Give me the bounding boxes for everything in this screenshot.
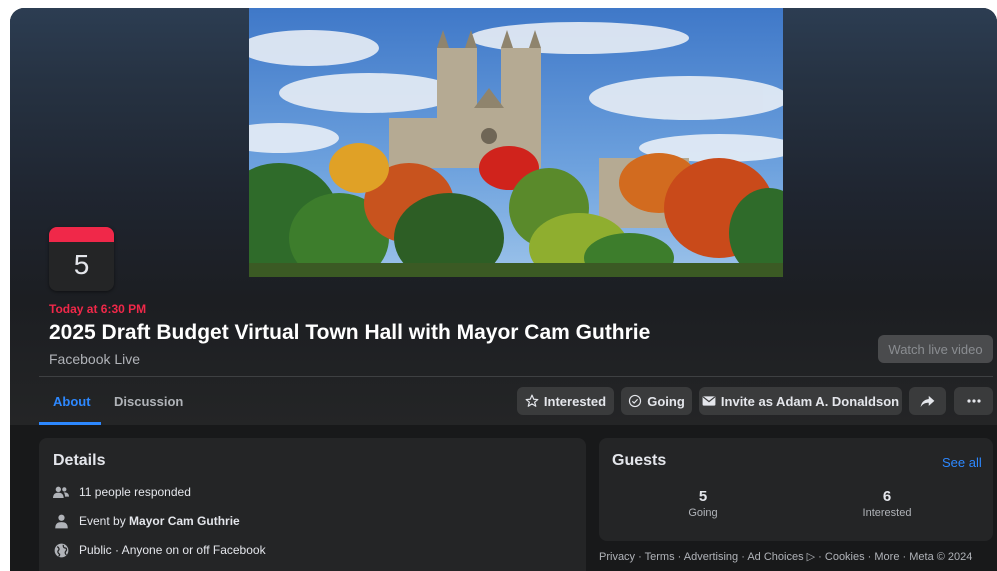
going-count: 5 (698, 488, 708, 505)
host-prefix: Event by (79, 514, 130, 528)
event-location[interactable]: Facebook Live (49, 351, 140, 367)
more-options-button[interactable] (954, 387, 993, 415)
interested-count: 6 (882, 488, 892, 505)
privacy-row: Public · Anyone on or off Facebook (53, 542, 266, 558)
date-badge: 5 (49, 227, 114, 291)
share-arrow-icon (920, 395, 935, 408)
responded-text: 11 people responded (79, 485, 191, 499)
footer-links[interactable]: Privacy · Terms · Advertising · Ad Choic… (599, 550, 972, 563)
active-tab-indicator (39, 422, 101, 425)
check-circle-icon (628, 394, 642, 408)
responded-row: 11 people responded (53, 484, 191, 500)
invite-label: Invite as Adam A. Donaldson (720, 393, 900, 409)
event-page: 5 Today at 6:30 PM 2025 Draft Budget Vir… (10, 8, 997, 571)
invite-button[interactable]: Invite as Adam A. Donaldson (699, 387, 902, 415)
guests-card: Guests See all 5 Going 6 Interested (599, 438, 993, 541)
details-heading: Details (53, 452, 106, 469)
star-icon (525, 394, 539, 408)
people-icon (53, 484, 69, 500)
watch-live-video-button[interactable]: Watch live video (878, 335, 993, 363)
tab-about[interactable]: About (53, 394, 91, 409)
interested-stat-label: Interested (862, 507, 912, 519)
cover-photo[interactable] (249, 8, 783, 277)
going-label: Going (647, 393, 685, 409)
envelope-icon (702, 395, 716, 407)
date-day: 5 (73, 249, 90, 280)
event-title: 2025 Draft Budget Virtual Town Hall with… (49, 321, 651, 344)
privacy-text: Public · Anyone on or off Facebook (79, 543, 266, 557)
interested-button[interactable]: Interested (517, 387, 614, 415)
going-stat-label: Going (688, 507, 718, 519)
going-button[interactable]: Going (621, 387, 692, 415)
host-name-link[interactable]: Mayor Cam Guthrie (129, 514, 240, 528)
globe-icon (53, 542, 69, 558)
details-card: Details 11 people responded Event by May… (39, 438, 586, 571)
interested-label: Interested (543, 393, 607, 409)
guests-heading: Guests (612, 452, 667, 469)
share-button[interactable] (909, 387, 946, 415)
going-stat[interactable]: 5 Going (643, 488, 763, 519)
person-icon (53, 513, 69, 529)
calendar-header (49, 227, 114, 242)
interested-stat[interactable]: 6 Interested (827, 488, 947, 519)
tab-discussion[interactable]: Discussion (114, 394, 183, 409)
event-time: Today at 6:30 PM (49, 302, 147, 316)
ellipsis-icon (966, 399, 981, 403)
see-all-link[interactable]: See all (942, 455, 982, 470)
header-divider (39, 376, 993, 377)
host-row: Event by Mayor Cam Guthrie (53, 513, 240, 529)
